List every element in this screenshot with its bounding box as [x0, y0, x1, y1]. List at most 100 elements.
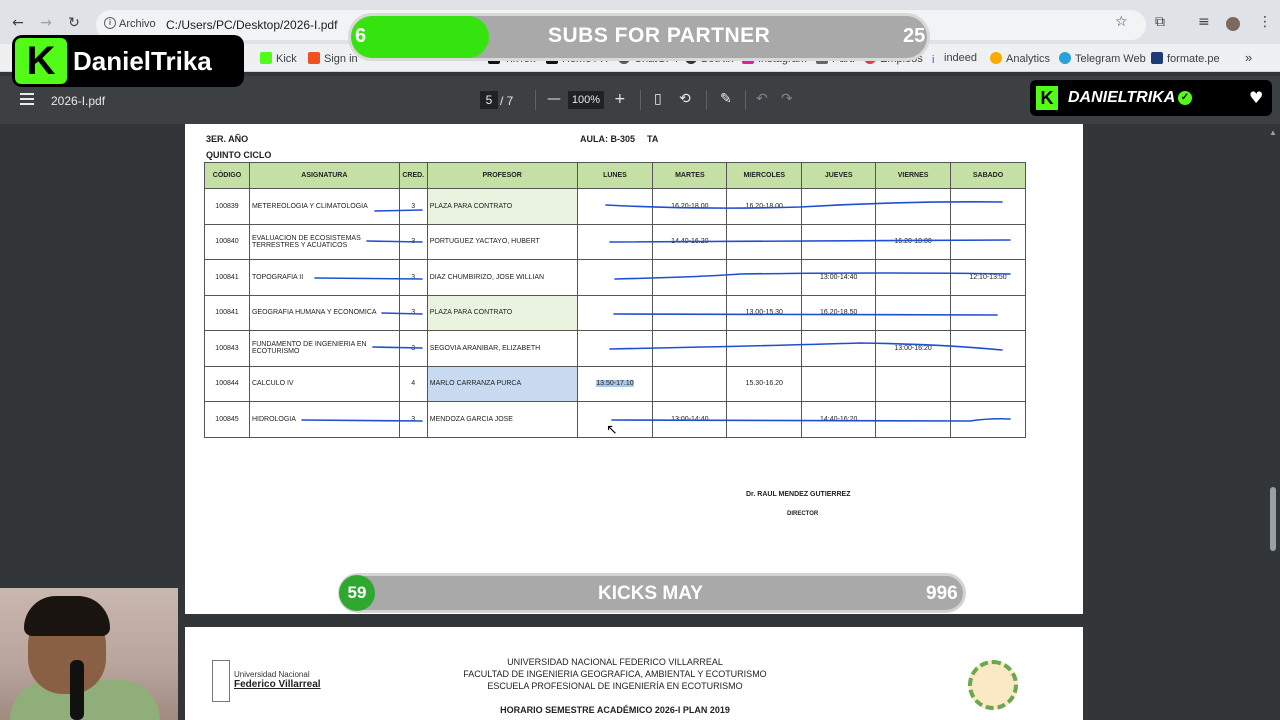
formate-icon — [1151, 52, 1163, 64]
col-header: VIERNES — [875, 162, 952, 189]
webcam-person-hair — [24, 596, 110, 636]
toolbar-divider — [745, 90, 746, 110]
zoom-in-icon[interactable]: + — [614, 91, 626, 107]
friday-cell — [875, 188, 952, 225]
table-row: 100843 FUNDAMENTO DE INGENIERIA EN ECOTU… — [204, 330, 1026, 367]
university-logo — [212, 660, 230, 702]
tuesday-cell — [652, 259, 728, 296]
table-row: 100844 CALCULO IV 4 MARLO CARRANZA PURCA… — [204, 365, 1026, 402]
course-cell: FUNDAMENTO DE INGENIERIA EN ECOTURISMO — [248, 330, 400, 367]
subs-target: 25 — [903, 25, 926, 47]
header-line-1: UNIVERSIDAD NACIONAL FEDERICO VILLARREAL — [507, 657, 723, 667]
cycle-label: QUINTO CICLO — [206, 150, 272, 160]
course-cell: METEREOLOGIA Y CLIMATOLOGIA — [248, 188, 400, 225]
course-cell: GEOGRAFIA HUMANA Y ECONOMICA — [248, 294, 400, 331]
scroll-up-icon[interactable]: ▲ — [1269, 128, 1277, 137]
bookmark-indeed[interactable]: i indeed — [932, 52, 977, 66]
rotate-icon[interactable]: ⟲ — [679, 91, 691, 107]
table-row: 100841 GEOGRAFIA HUMANA Y ECONOMICA 3 PL… — [204, 294, 1026, 331]
university-name: Federico Villarreal — [234, 679, 321, 690]
extensions-icon[interactable]: ⧉ — [1155, 14, 1165, 30]
info-icon[interactable]: i — [104, 17, 116, 29]
thursday-cell — [801, 223, 877, 260]
undo-icon[interactable]: ↶ — [756, 91, 768, 107]
professor-cell: MENDOZA GARCIA JOSE — [426, 401, 578, 438]
col-header: ASIGNATURA — [248, 162, 400, 189]
bookmark-formate[interactable]: formate.pe — [1151, 52, 1220, 65]
back-icon[interactable]: ← — [9, 14, 27, 32]
sidebar-menu-icon[interactable] — [20, 93, 34, 105]
tuesday-cell: 16.20-18.00 — [652, 188, 728, 225]
ecotourism-logo — [968, 660, 1018, 710]
menu-dots-icon[interactable]: ⋮ — [1258, 14, 1272, 30]
friday-cell — [875, 401, 952, 438]
wednesday-cell — [726, 223, 803, 260]
file-chip[interactable]: Archivo — [119, 18, 156, 30]
annotate-icon[interactable]: ✎ — [720, 91, 732, 107]
col-header: PROFESOR — [426, 162, 578, 189]
kick-icon — [260, 52, 272, 64]
turno-label: TA — [647, 134, 659, 144]
toolbar-divider — [535, 90, 536, 110]
friday-cell: 16.20-18.00 — [875, 223, 952, 260]
saturday-cell: 12:10-13:50 — [950, 259, 1026, 296]
wednesday-cell: 15.30-16.20 — [726, 365, 803, 402]
code-cell: 100840 — [204, 223, 250, 260]
fit-page-icon[interactable]: ▯ — [654, 91, 662, 107]
mouse-cursor-icon: ↖ — [606, 422, 618, 438]
col-header: MARTES — [652, 162, 728, 189]
monday-cell: 13.50-17.10 — [576, 365, 654, 402]
kicks-current: 59 — [339, 575, 375, 611]
streamer-tag-name: DANIELTRIKA — [1068, 89, 1176, 106]
kick-logo-icon: K — [15, 38, 67, 84]
screen: ← → ↻ i Archivo C:/Users/PC/Desktop/2026… — [0, 0, 1280, 720]
zoom-input[interactable]: 100% — [568, 91, 604, 109]
reload-icon[interactable]: ↻ — [65, 14, 83, 32]
kicks-goal-title: KICKS MAY — [598, 583, 703, 604]
saturday-cell — [950, 223, 1026, 260]
indeed-icon: i — [932, 54, 935, 66]
code-cell: 100839 — [204, 188, 250, 225]
thursday-cell: 13:00-14:40 — [801, 259, 877, 296]
bookmark-signin[interactable]: Sign in — [308, 52, 358, 65]
professor-cell: SEGOVIA ARANIBAR, ELIZABETH — [426, 330, 578, 367]
friday-cell — [875, 259, 952, 296]
schedule-table: CÓDIGO ASIGNATURA CRED. PROFESOR LUNES M… — [204, 162, 1026, 438]
bookmark-analytics[interactable]: Analytics — [990, 52, 1050, 65]
code-cell: 100845 — [204, 401, 250, 438]
kick-logo-icon: K — [1036, 86, 1058, 110]
subs-goal-title: SUBS FOR PARTNER — [548, 24, 771, 47]
aula-label: AULA: B-305 — [580, 134, 636, 144]
bookmark-kick[interactable]: Kick — [260, 52, 297, 65]
credits-cell: 4 — [398, 365, 428, 402]
scrollbar-thumb[interactable] — [1270, 487, 1276, 551]
media-icon[interactable]: ≡ — [1198, 14, 1210, 30]
zoom-out-icon[interactable]: — — [547, 91, 561, 107]
thursday-cell — [801, 365, 877, 402]
monday-cell — [576, 294, 654, 331]
redo-icon[interactable]: ↷ — [781, 91, 793, 107]
profile-avatar[interactable] — [1226, 17, 1240, 31]
saturday-cell — [950, 188, 1026, 225]
col-header: MIERCOLES — [726, 162, 803, 189]
professor-cell: PLAZA PARA CONTRATO — [426, 294, 578, 331]
year-label: 3ER. AÑO — [206, 134, 249, 144]
page-number-input[interactable]: 5 — [480, 91, 498, 109]
monday-cell — [576, 330, 654, 367]
bookmark-star-icon[interactable]: ☆ — [1115, 14, 1128, 30]
bookmark-telegram[interactable]: Telegram Web — [1059, 52, 1146, 65]
wednesday-cell: 16.20-18.00 — [726, 188, 803, 225]
forward-icon[interactable]: → — [37, 14, 55, 32]
wednesday-cell — [726, 259, 803, 296]
credits-cell: 3 — [398, 401, 428, 438]
col-header: CRED. — [398, 162, 428, 189]
saturday-cell — [950, 330, 1026, 367]
col-header: CÓDIGO — [204, 162, 250, 189]
subs-current: 6 — [355, 25, 367, 47]
tuesday-cell — [652, 365, 728, 402]
url-text[interactable]: C:/Users/PC/Desktop/2026-I.pdf — [166, 18, 337, 32]
signer-title: DIRECTOR — [787, 511, 819, 517]
more-bookmarks-icon[interactable]: » — [1245, 50, 1252, 65]
course-cell: EVALUACION DE ECOSISTEMAS TERRESTRES Y A… — [248, 223, 400, 260]
wednesday-cell — [726, 401, 803, 438]
